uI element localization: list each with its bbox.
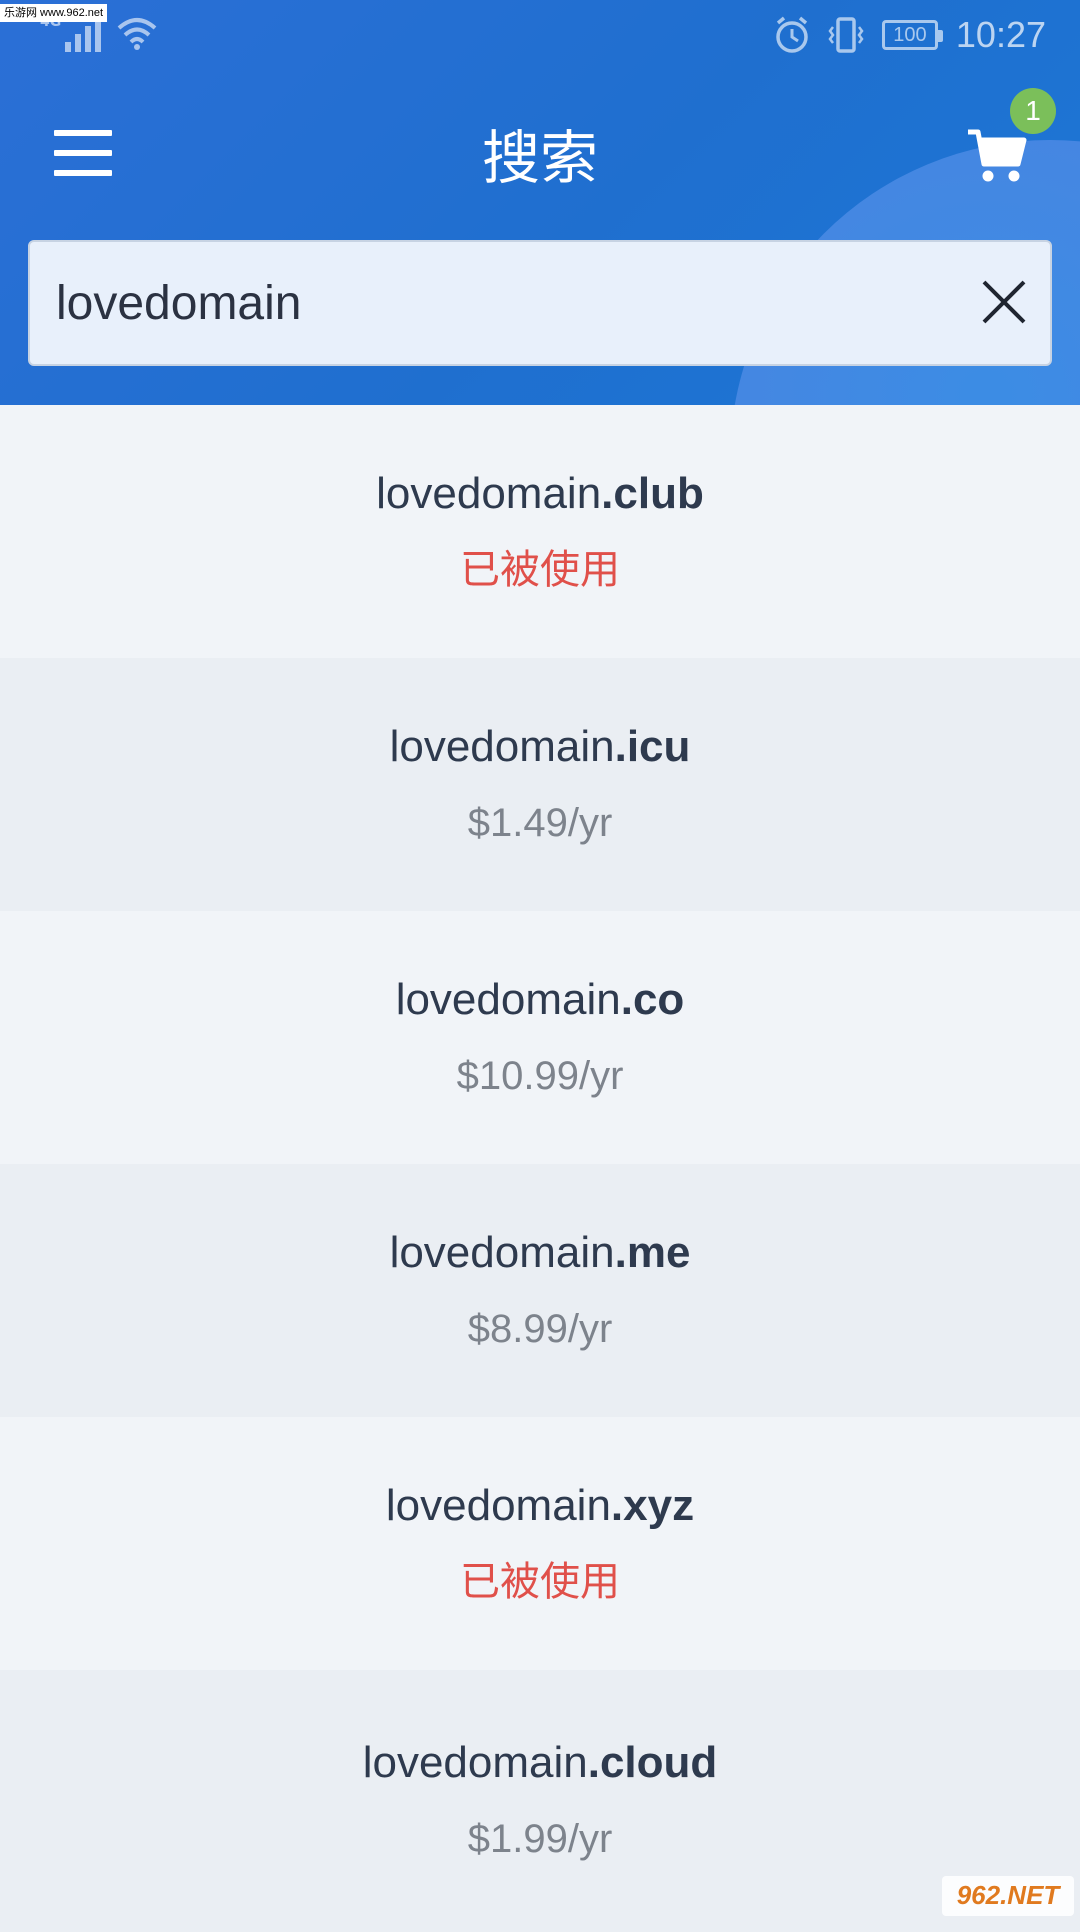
list-item[interactable]: lovedomain.icu $1.49/yr: [0, 658, 1080, 911]
domain-tld: .xyz: [611, 1481, 694, 1530]
domain-tld: .co: [621, 975, 685, 1024]
domain-tld: .icu: [615, 722, 691, 771]
domain-name: lovedomain.icu: [390, 719, 691, 775]
network-type-label: 4G: [40, 14, 61, 30]
wifi-icon: [115, 14, 159, 52]
domain-name: lovedomain.cloud: [363, 1735, 718, 1791]
domain-tld: .cloud: [588, 1738, 718, 1787]
list-item[interactable]: lovedomain.xyz 已被使用: [0, 1417, 1080, 1670]
domain-base: lovedomain: [363, 1738, 588, 1787]
vibrate-icon: [828, 15, 864, 55]
domain-tld: .me: [615, 1228, 691, 1277]
list-item[interactable]: lovedomain.club 已被使用: [0, 405, 1080, 658]
list-item[interactable]: lovedomain.me $8.99/yr: [0, 1164, 1080, 1417]
domain-base: lovedomain: [390, 722, 615, 771]
domain-price: $1.49/yr: [468, 795, 613, 851]
domain-results-list: lovedomain.club 已被使用 lovedomain.icu $1.4…: [0, 405, 1080, 1932]
watermark-bottom: 962.NET: [942, 1876, 1074, 1916]
domain-base: lovedomain: [396, 975, 621, 1024]
search-input[interactable]: [56, 242, 956, 364]
list-item[interactable]: lovedomain.cloud $1.99/yr: [0, 1670, 1080, 1932]
close-icon[interactable]: [978, 276, 1030, 328]
list-item[interactable]: lovedomain.co $10.99/yr: [0, 911, 1080, 1164]
search-box: [28, 240, 1052, 366]
domain-name: lovedomain.me: [390, 1225, 691, 1281]
domain-name: lovedomain.club: [376, 466, 704, 522]
cart-count-badge[interactable]: 1: [1010, 88, 1056, 134]
status-clock: 10:27: [956, 14, 1046, 56]
domain-name: lovedomain.xyz: [386, 1478, 694, 1534]
status-bar-right: 100 10:27: [774, 14, 1046, 56]
domain-price: $1.99/yr: [468, 1811, 613, 1867]
domain-base: lovedomain: [390, 1228, 615, 1277]
signal-icon: [65, 14, 101, 52]
status-bar-left: 4G: [40, 14, 159, 52]
domain-name: lovedomain.co: [396, 972, 685, 1028]
app-header: 乐游网 www.962.net 4G: [0, 0, 1080, 405]
domain-tld: .club: [601, 469, 704, 518]
battery-indicator: 100: [882, 20, 938, 50]
page-title: 搜索: [0, 118, 1080, 198]
shopping-cart-icon[interactable]: [966, 124, 1028, 186]
domain-base: lovedomain: [376, 469, 601, 518]
domain-price: $8.99/yr: [468, 1301, 613, 1357]
domain-status-taken: 已被使用: [460, 1554, 620, 1610]
domain-price: $10.99/yr: [457, 1048, 624, 1104]
alarm-icon: [774, 15, 810, 55]
domain-status-taken: 已被使用: [460, 542, 620, 598]
domain-base: lovedomain: [386, 1481, 611, 1530]
status-bar: 乐游网 www.962.net 4G: [0, 0, 1080, 72]
